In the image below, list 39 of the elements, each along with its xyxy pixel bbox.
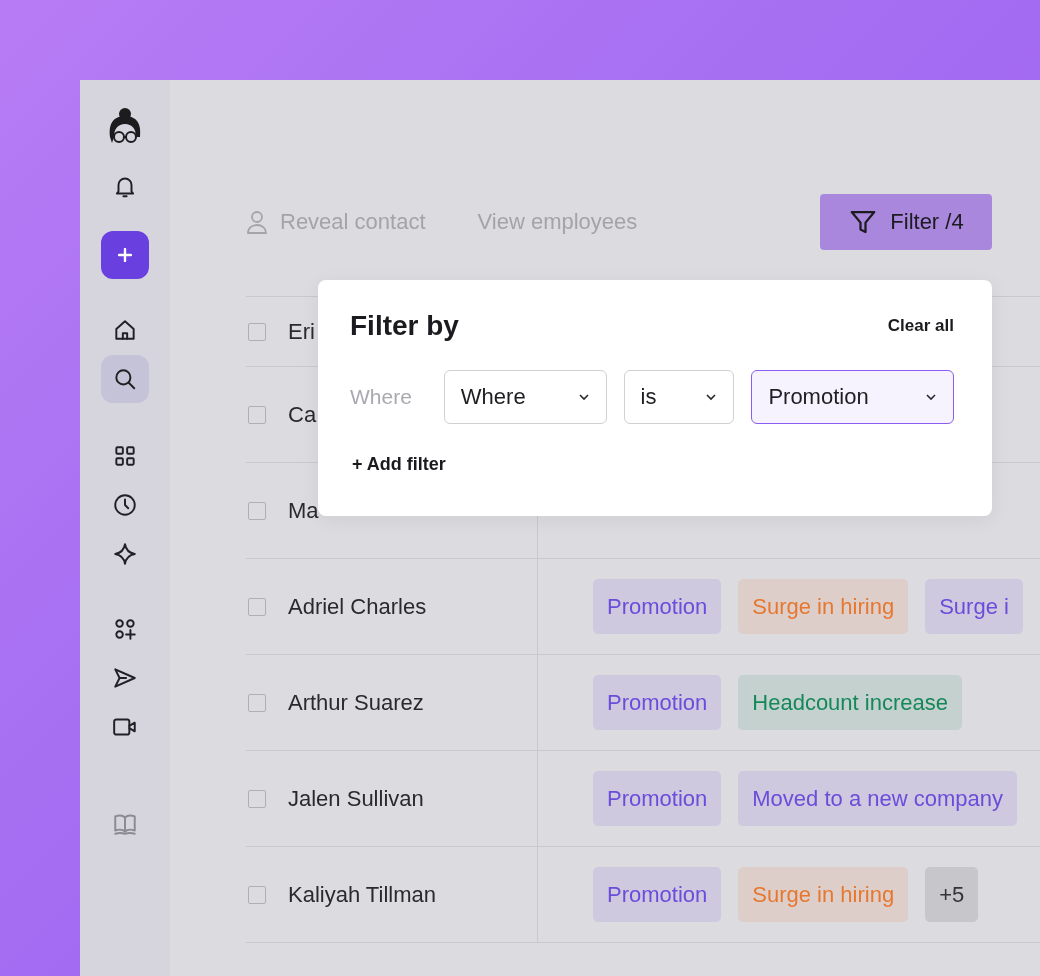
search-icon[interactable]: [101, 355, 149, 403]
row-checkbox[interactable]: [248, 405, 266, 424]
tag: Headcount increase: [738, 675, 962, 730]
row-checkbox[interactable]: [248, 597, 266, 616]
tag: Moved to a new company: [738, 771, 1017, 826]
tag: Promotion: [593, 771, 722, 826]
filter-button[interactable]: Filter /4: [820, 194, 992, 250]
contact-name: Ma: [288, 497, 319, 524]
row-checkbox[interactable]: [248, 501, 266, 520]
chevron-down-icon: [705, 393, 718, 401]
tag: Promotion: [593, 675, 722, 730]
filter-dropdown[interactable]: is: [623, 370, 735, 424]
filter-dropdown[interactable]: Promotion: [751, 370, 954, 424]
add-filter-button[interactable]: + Add filter: [350, 454, 448, 475]
tag: Promotion: [593, 579, 722, 634]
contact-name: Jalen Sullivan: [288, 785, 424, 812]
row-checkbox[interactable]: [248, 885, 266, 904]
plus-icon: [118, 248, 132, 262]
contact-name: Eri: [288, 318, 315, 345]
contact-name: Adriel Charles: [288, 593, 427, 620]
popover-title: Filter by: [350, 310, 459, 342]
where-label: Where: [350, 385, 413, 409]
contact-name: Kaliyah Tillman: [288, 881, 436, 908]
tag: Surge in hiring: [738, 579, 909, 634]
chevron-down-icon: [577, 393, 590, 401]
tag: Promotion: [593, 867, 722, 922]
contact-name: Ca: [288, 401, 317, 428]
chevron-down-icon: [925, 393, 937, 401]
tag: +5: [925, 867, 979, 922]
clear-all-button[interactable]: Clear all: [887, 316, 954, 336]
row-checkbox[interactable]: [248, 322, 266, 341]
contact-name: Arthur Suarez: [288, 689, 424, 716]
row-checkbox[interactable]: [248, 789, 266, 808]
row-checkbox[interactable]: [248, 693, 266, 712]
tag: Surge i: [925, 579, 1023, 634]
filter-dropdown[interactable]: Where: [443, 370, 607, 424]
add-button[interactable]: [101, 231, 149, 279]
tag: Surge in hiring: [738, 867, 909, 922]
person-icon: [246, 209, 268, 235]
